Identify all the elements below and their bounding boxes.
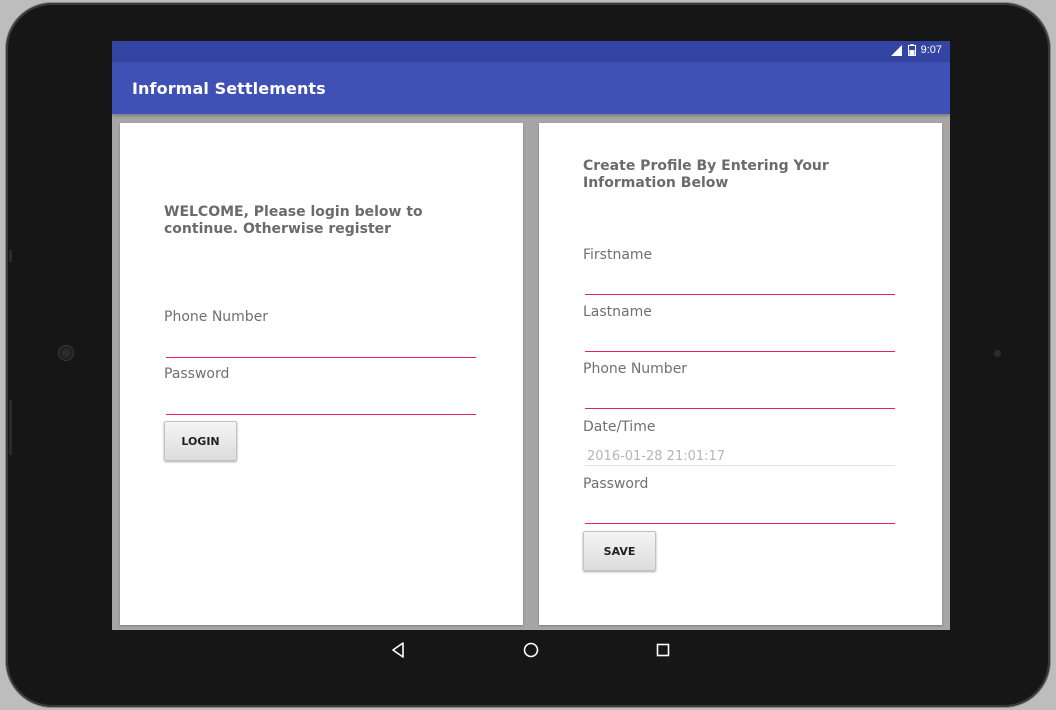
register-phone-input[interactable] bbox=[585, 390, 895, 409]
login-password-label: Password bbox=[164, 366, 230, 382]
login-heading: WELCOME, Please login below to continue.… bbox=[164, 204, 423, 237]
app-bar: Informal Settlements bbox=[112, 62, 950, 114]
signal-icon bbox=[890, 44, 902, 56]
firstname-label: Firstname bbox=[583, 247, 653, 263]
login-phone-input[interactable] bbox=[166, 339, 476, 358]
sensor-dot bbox=[994, 350, 1001, 357]
home-icon[interactable] bbox=[522, 641, 540, 659]
recents-icon[interactable] bbox=[654, 641, 672, 659]
back-icon[interactable] bbox=[389, 641, 407, 659]
login-phone-label: Phone Number bbox=[164, 309, 269, 325]
login-card: WELCOME, Please login below to continue.… bbox=[120, 123, 523, 625]
save-button[interactable]: SAVE bbox=[583, 531, 656, 571]
volume-button bbox=[9, 250, 12, 262]
status-time: 9:07 bbox=[920, 44, 942, 56]
lastname-input[interactable] bbox=[585, 333, 895, 352]
screen: 9:07 Informal Settlements WELCOME, Pleas… bbox=[112, 41, 950, 630]
battery-icon bbox=[907, 44, 916, 56]
datetime-label: Date/Time bbox=[583, 419, 656, 435]
camera-icon bbox=[59, 346, 73, 360]
power-button bbox=[9, 400, 12, 455]
datetime-field bbox=[585, 447, 895, 466]
register-card: Create Profile By Entering Your Informat… bbox=[539, 123, 942, 625]
app-title: Informal Settlements bbox=[132, 79, 326, 98]
firstname-input[interactable] bbox=[585, 276, 895, 295]
login-password-input[interactable] bbox=[166, 396, 476, 415]
status-bar: 9:07 bbox=[112, 41, 950, 62]
register-password-input[interactable] bbox=[585, 505, 895, 524]
login-button[interactable]: LOGIN bbox=[164, 421, 237, 461]
register-heading: Create Profile By Entering Your Informat… bbox=[583, 158, 829, 191]
register-phone-label: Phone Number bbox=[583, 361, 688, 377]
lastname-label: Lastname bbox=[583, 304, 652, 320]
navigation-bar bbox=[112, 630, 950, 670]
register-password-label: Password bbox=[583, 476, 649, 492]
